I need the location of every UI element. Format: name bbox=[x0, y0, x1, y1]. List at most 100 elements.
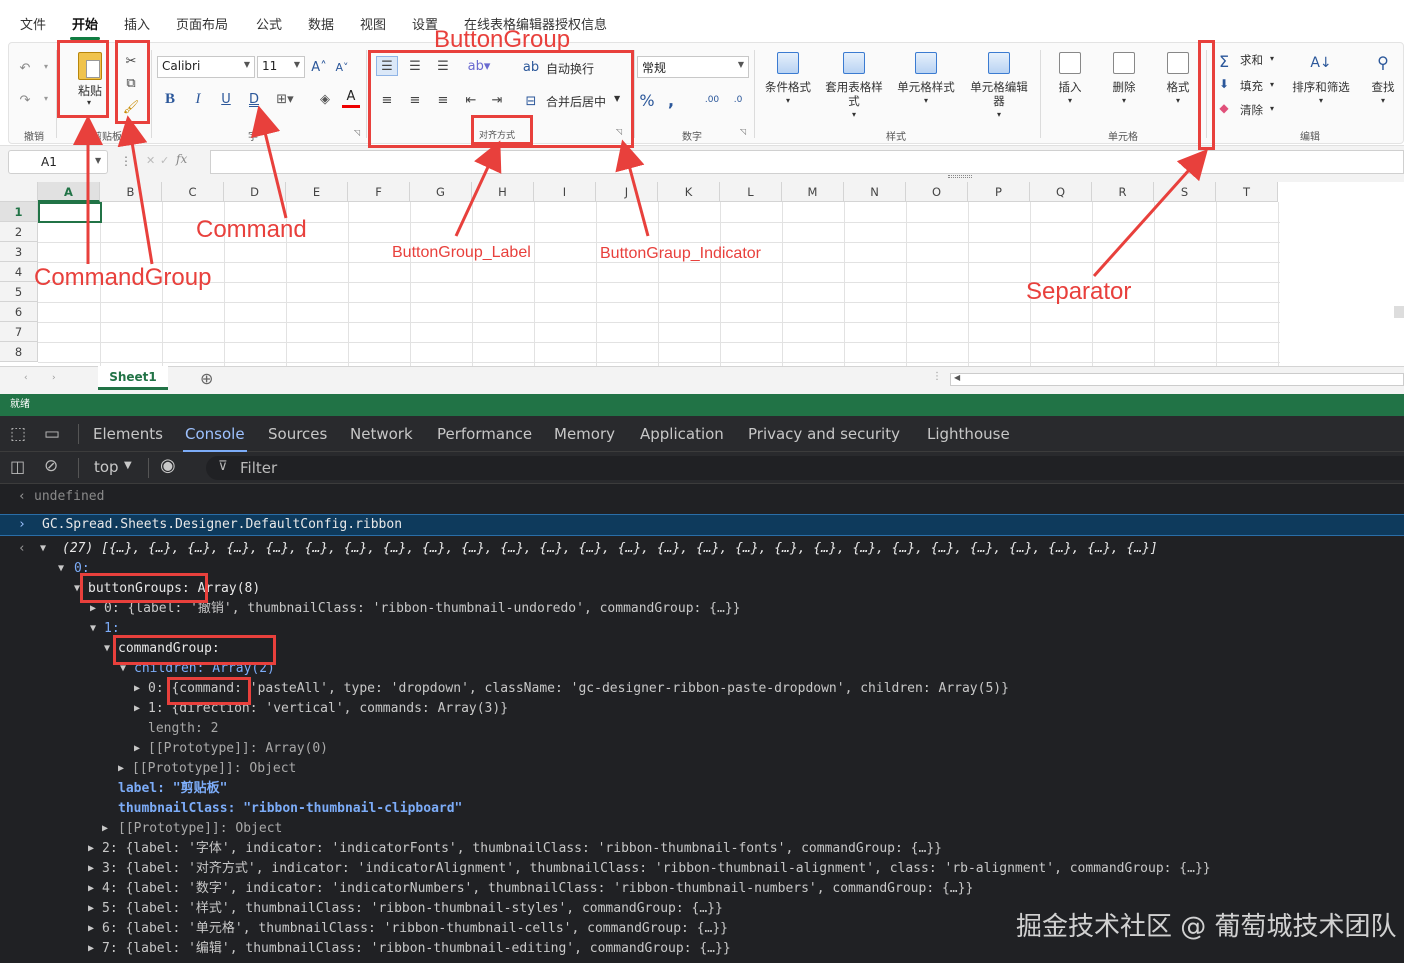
redo-icon[interactable]: ↷ bbox=[14, 90, 36, 110]
context-selector[interactable]: top bbox=[94, 458, 119, 476]
align-top-icon[interactable]: ☰ bbox=[376, 56, 398, 76]
menu-file[interactable]: 文件 bbox=[20, 14, 46, 33]
expand-triangle-icon[interactable]: ▶ bbox=[88, 859, 100, 879]
menu-view[interactable]: 视图 bbox=[360, 14, 386, 33]
row-header-8[interactable]: 8 bbox=[0, 342, 38, 362]
underline-icon[interactable]: U bbox=[218, 90, 234, 108]
chevron-down-icon[interactable]: ▾ bbox=[1270, 104, 1274, 113]
tab-application[interactable]: Application bbox=[640, 425, 724, 443]
expand-triangle-icon[interactable]: ▶ bbox=[88, 919, 100, 939]
column-header-r[interactable]: R bbox=[1092, 182, 1154, 202]
merge-center-icon[interactable]: ⊟ bbox=[522, 92, 540, 110]
console-line[interactable]: ▼ children: Array(2) bbox=[0, 659, 1404, 679]
tab-next-icon[interactable]: › bbox=[52, 373, 56, 383]
find-button[interactable]: ⚲ 查找 ▾ bbox=[1366, 52, 1400, 108]
tab-performance[interactable]: Performance bbox=[437, 425, 532, 443]
formula-input[interactable] bbox=[210, 150, 1404, 174]
align-right-icon[interactable]: ≡ bbox=[432, 90, 454, 110]
undo-dropdown-icon[interactable]: ▾ bbox=[44, 62, 48, 71]
menu-insert[interactable]: 插入 bbox=[124, 14, 150, 33]
expand-triangle-icon[interactable]: ▶ bbox=[134, 699, 146, 719]
wrap-text-button[interactable]: 自动换行 bbox=[546, 60, 594, 77]
column-header-q[interactable]: Q bbox=[1030, 182, 1092, 202]
column-header-e[interactable]: E bbox=[286, 182, 348, 202]
expand-triangle-icon[interactable]: ▶ bbox=[88, 839, 100, 859]
clear-console-icon[interactable]: ⊘ bbox=[44, 456, 58, 476]
confirm-icon[interactable]: ✓ bbox=[160, 154, 169, 167]
name-box[interactable]: A1 ▼ bbox=[8, 150, 108, 174]
percent-icon[interactable]: % bbox=[638, 90, 656, 110]
bold-icon[interactable]: B bbox=[162, 90, 178, 108]
more-icon[interactable]: ⋮ bbox=[120, 154, 132, 168]
tab-console[interactable]: Console bbox=[183, 425, 247, 452]
expand-triangle-icon[interactable]: ▶ bbox=[134, 679, 146, 699]
column-header-f[interactable]: F bbox=[348, 182, 410, 202]
align-bottom-icon[interactable]: ☰ bbox=[432, 56, 454, 76]
align-middle-icon[interactable]: ☰ bbox=[404, 56, 426, 76]
number-format-select[interactable]: 常规 ▼ bbox=[637, 56, 749, 78]
chevron-down-icon[interactable]: ▼ bbox=[124, 460, 132, 471]
column-header-t[interactable]: T bbox=[1216, 182, 1278, 202]
clear-icon[interactable]: ◆ bbox=[1216, 100, 1232, 116]
console-line[interactable]: ▶ 4: {label: '数字', indicator: 'indicatorN… bbox=[0, 879, 1404, 899]
tab-network[interactable]: Network bbox=[350, 425, 413, 443]
console-line[interactable]: ▼ 0: bbox=[0, 559, 1404, 579]
expand-triangle-icon[interactable]: ▼ bbox=[120, 659, 132, 679]
merge-dropdown-icon[interactable]: ▼ bbox=[614, 94, 620, 103]
column-header-k[interactable]: K bbox=[658, 182, 720, 202]
menu-data[interactable]: 数据 bbox=[308, 14, 334, 33]
sheet-tab-sheet1[interactable]: Sheet1 bbox=[98, 366, 168, 390]
expand-triangle-icon[interactable]: ▶ bbox=[90, 599, 102, 619]
column-header-n[interactable]: N bbox=[844, 182, 906, 202]
device-toolbar-icon[interactable]: ▭ bbox=[44, 424, 60, 444]
expand-triangle-icon[interactable]: ▼ bbox=[58, 559, 70, 579]
console-line[interactable]: ▶ [[Prototype]]: Object bbox=[0, 759, 1404, 779]
alignment-indicator-icon[interactable]: ◹ bbox=[616, 127, 622, 136]
row-header-5[interactable]: 5 bbox=[0, 282, 38, 302]
decrease-font-icon[interactable]: A˅ bbox=[333, 58, 351, 76]
row-header-4[interactable]: 4 bbox=[0, 262, 38, 282]
column-header-d[interactable]: D bbox=[224, 182, 286, 202]
decrease-decimal-icon[interactable]: .0 bbox=[728, 90, 748, 110]
double-underline-icon[interactable]: D bbox=[246, 90, 262, 108]
cut-icon[interactable]: ✂ bbox=[122, 52, 140, 70]
tab-prev-icon[interactable]: ‹ bbox=[24, 373, 28, 383]
console-line[interactable]: ▶ 2: {label: '字体', indicator: 'indicatorF… bbox=[0, 839, 1404, 859]
conditional-format-button[interactable]: 条件格式 ▾ bbox=[760, 52, 816, 108]
tab-elements[interactable]: Elements bbox=[93, 425, 163, 443]
font-size-select[interactable]: 11 ▼ bbox=[257, 56, 305, 78]
comma-style-icon[interactable]: , bbox=[664, 90, 678, 110]
row-header-6[interactable]: 6 bbox=[0, 302, 38, 322]
border-icon[interactable]: ⊞▾ bbox=[274, 90, 296, 108]
increase-indent-icon[interactable]: ⇥ bbox=[486, 90, 508, 110]
menu-license-info[interactable]: 在线表格编辑器授权信息 bbox=[464, 14, 607, 33]
format-cells-button[interactable]: 格式 ▾ bbox=[1158, 52, 1198, 108]
copy-icon[interactable]: ⧉ bbox=[122, 74, 140, 92]
resize-handle[interactable] bbox=[948, 175, 972, 178]
column-header-g[interactable]: G bbox=[410, 182, 472, 202]
column-header-j[interactable]: J bbox=[596, 182, 658, 202]
console-input-line[interactable]: › GC.Spread.Sheets.Designer.DefaultConfig… bbox=[0, 514, 1404, 536]
cancel-icon[interactable]: ✕ bbox=[146, 154, 155, 167]
undo-icon[interactable]: ↶ bbox=[14, 58, 36, 78]
split-handle-icon[interactable]: ⋮ bbox=[932, 371, 942, 382]
expand-triangle-icon[interactable]: ▶ bbox=[134, 739, 146, 759]
chevron-down-icon[interactable]: ▾ bbox=[1270, 54, 1274, 63]
console-line[interactable]: ▶ [[Prototype]]: Array(0) bbox=[0, 739, 1404, 759]
console-line[interactable]: ▶ [[Prototype]]: Object bbox=[0, 819, 1404, 839]
sum-button[interactable]: 求和 bbox=[1240, 52, 1263, 68]
column-header-m[interactable]: M bbox=[782, 182, 844, 202]
fill-icon[interactable]: ⬇ bbox=[1216, 76, 1232, 92]
orientation-icon[interactable]: ab▾ bbox=[462, 56, 496, 76]
increase-font-icon[interactable]: A˄ bbox=[310, 58, 328, 76]
scroll-left-icon[interactable]: ◀ bbox=[954, 373, 960, 382]
expand-triangle-icon[interactable]: ▶ bbox=[88, 899, 100, 919]
add-sheet-icon[interactable]: ⊕ bbox=[200, 369, 213, 388]
column-header-b[interactable]: B bbox=[100, 182, 162, 202]
column-header-s[interactable]: S bbox=[1154, 182, 1216, 202]
filter-input[interactable]: ⊽ Filter bbox=[206, 456, 1404, 480]
format-painter-icon[interactable]: 🖌 bbox=[122, 98, 140, 116]
paste-dropdown-icon[interactable]: ▾ bbox=[87, 98, 91, 107]
console-line[interactable]: ‹ ▼ (27) [{…}, {…}, {…}, {…}, {…}, {…}, {…… bbox=[0, 539, 1404, 559]
tab-privacy-security[interactable]: Privacy and security bbox=[748, 425, 900, 443]
